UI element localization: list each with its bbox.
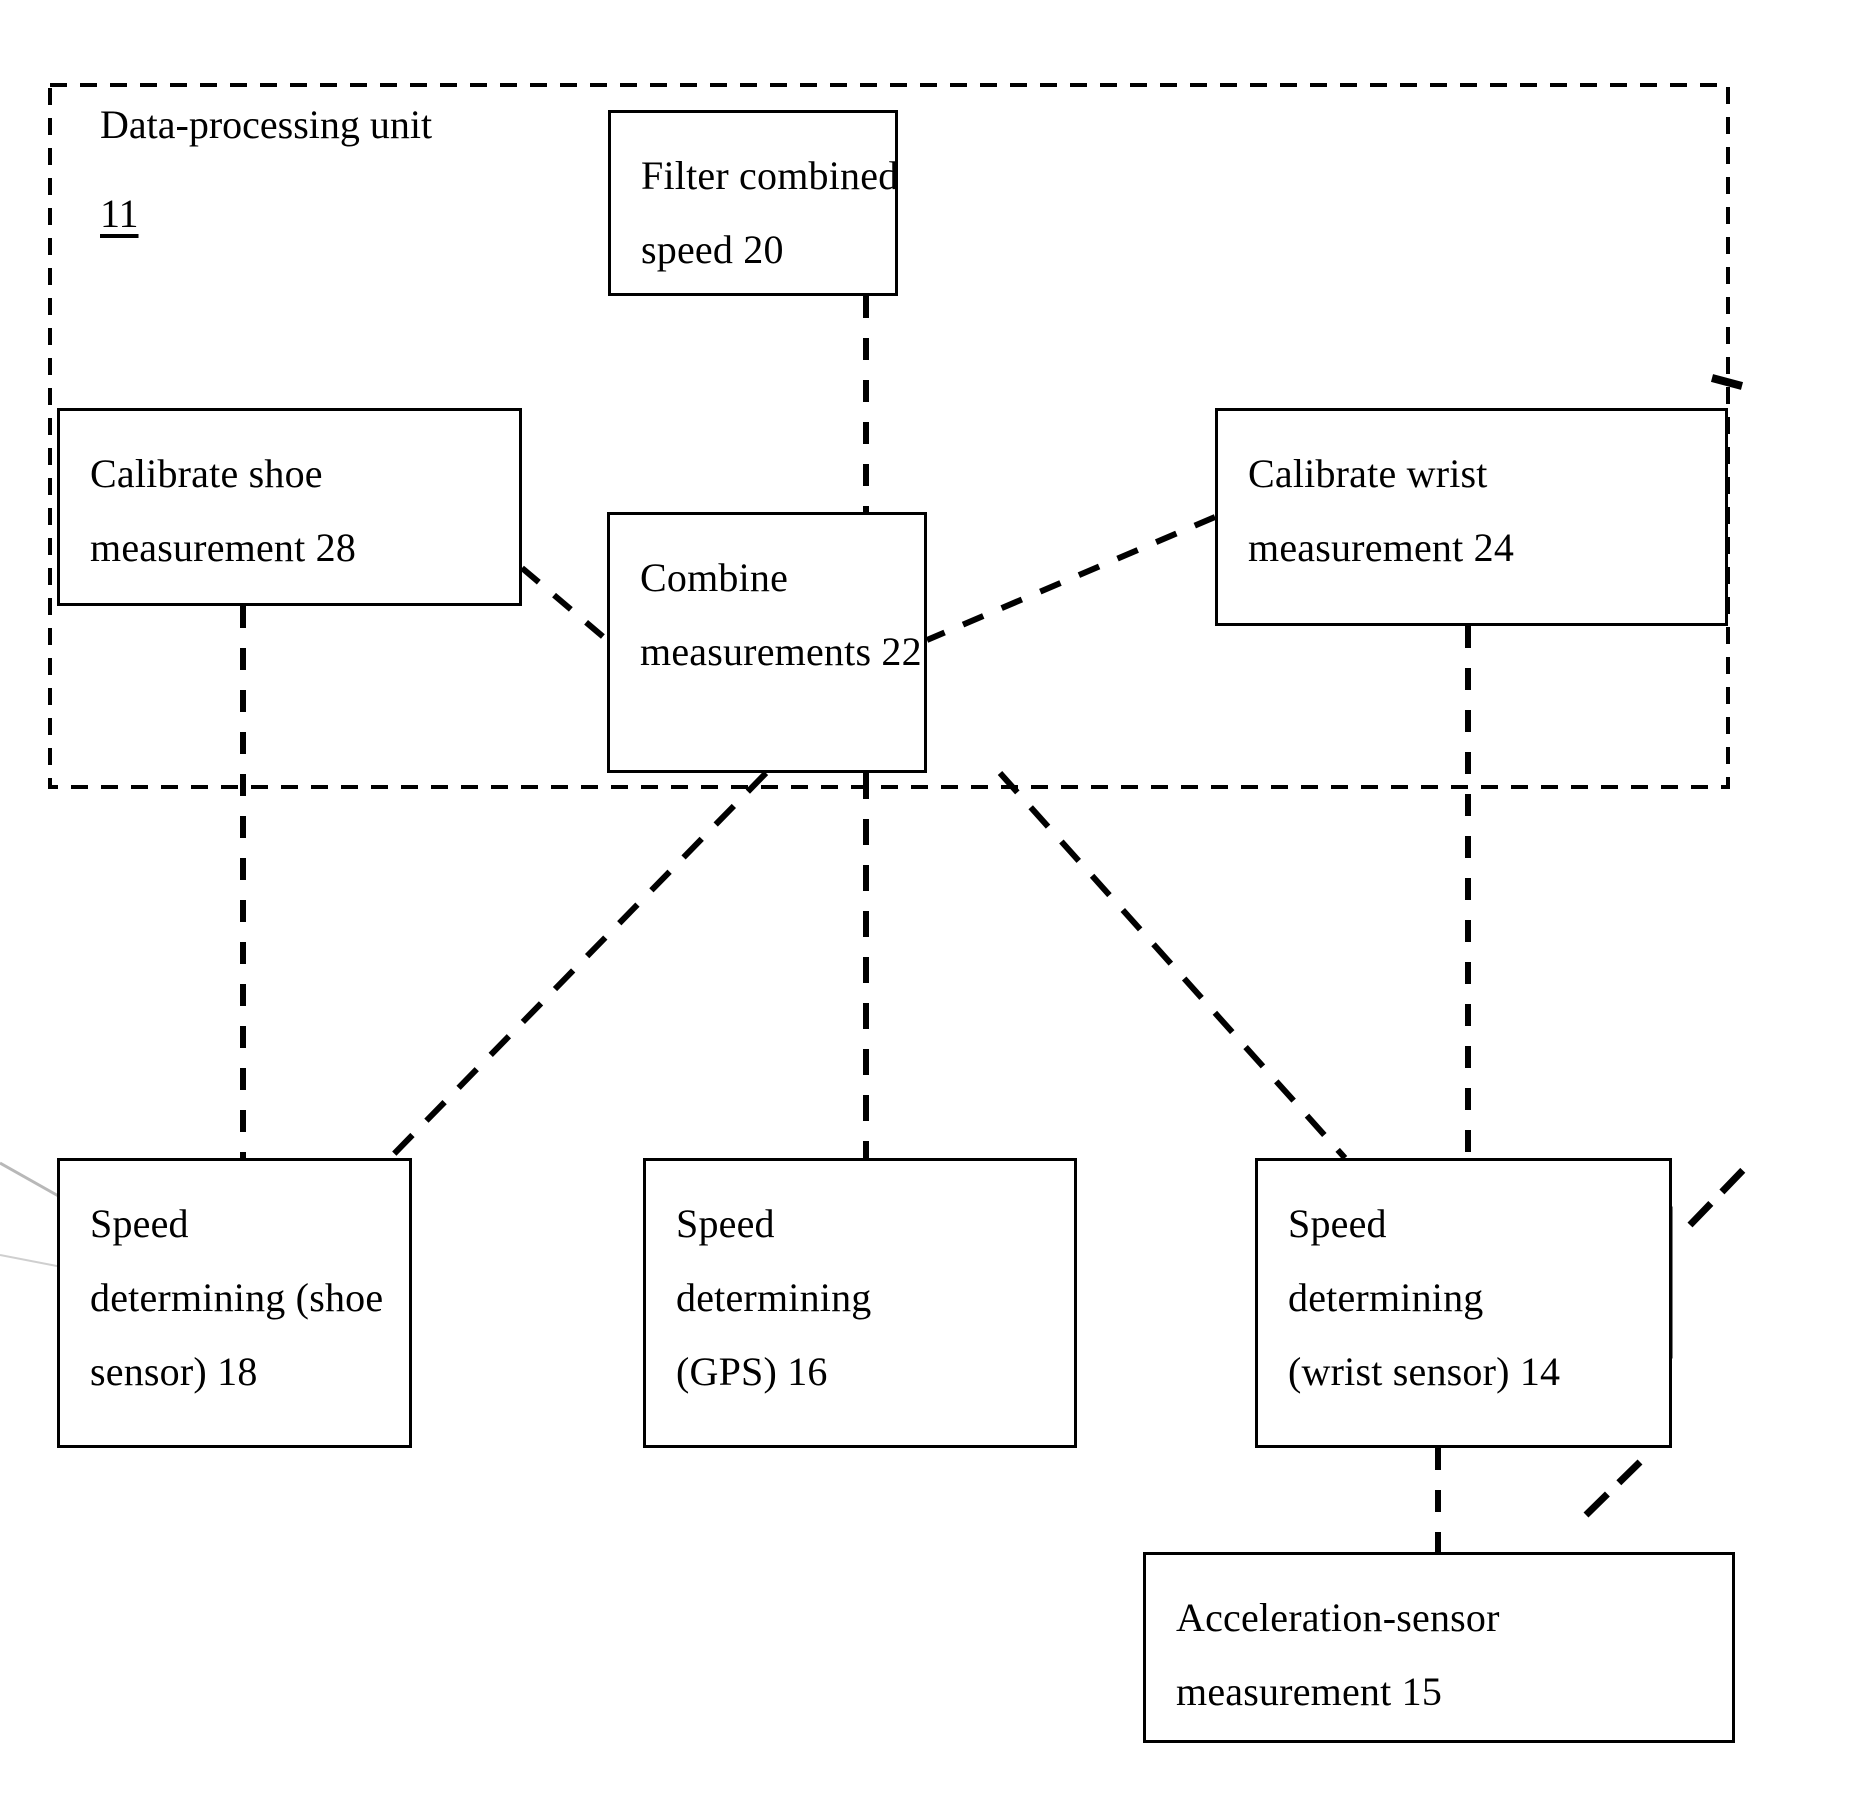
node-line: sensor) 18 <box>90 1349 258 1394</box>
scan-artifact-tick-right <box>1710 374 1744 390</box>
node-line: Filter combined <box>641 153 899 198</box>
node-line: (GPS) 16 <box>676 1349 828 1394</box>
node-line: measurements 22 <box>640 629 922 674</box>
node-line: measurement 24 <box>1248 525 1515 570</box>
connector-layer <box>0 83 1748 1552</box>
node-line: (wrist sensor) 14 <box>1288 1349 1561 1394</box>
connector-combine-to-speed-wrist <box>997 770 1348 1161</box>
node-line: Acceleration-sensor <box>1176 1595 1500 1640</box>
connector-combine-to-speed-shoe <box>387 770 769 1161</box>
node-line: Speed <box>90 1201 189 1246</box>
node-speed-determining-wrist-sensor[interactable]: Speed determining (wrist sensor) 14 <box>1255 1158 1672 1448</box>
data-processing-unit-reference: 11 <box>100 191 139 236</box>
node-line: determining <box>676 1275 872 1320</box>
connector-calibrate-wrist-to-combine <box>925 514 1217 643</box>
node-line: Speed <box>676 1201 775 1246</box>
node-line: Calibrate shoe <box>90 451 323 496</box>
scan-artifact-left-edge <box>0 1161 63 1200</box>
node-speed-determining-shoe-sensor[interactable]: Speed determining (shoe sensor) 18 <box>57 1158 412 1448</box>
node-line: measurement 15 <box>1176 1669 1443 1714</box>
node-calibrate-wrist-measurement[interactable]: Calibrate wrist measurement 24 <box>1215 408 1728 626</box>
node-line: Calibrate wrist <box>1248 451 1488 496</box>
node-acceleration-sensor-measurement[interactable]: Acceleration-sensor measurement 15 <box>1143 1552 1735 1743</box>
node-line: measurement 28 <box>90 525 357 570</box>
node-calibrate-shoe-measurement[interactable]: Calibrate shoe measurement 28 <box>57 408 522 606</box>
node-filter-combined-speed[interactable]: Filter combined speed 20 <box>608 110 898 296</box>
node-line: determining (shoe <box>90 1275 384 1320</box>
node-line: speed 20 <box>641 227 784 272</box>
scan-artifact-diagonal-right <box>1687 1165 1748 1228</box>
data-processing-unit-label: Data-processing unit <box>100 102 433 147</box>
scan-artifact-diagonal-lower <box>1583 1459 1643 1518</box>
node-combine-measurements[interactable]: Combine measurements 22 <box>607 512 927 773</box>
node-speed-determining-gps[interactable]: Speed determining (GPS) 16 <box>643 1158 1077 1448</box>
node-line: Speed <box>1288 1201 1387 1246</box>
figure-canvas: Data-processing unit 11 Filter combined … <box>0 0 1862 1805</box>
node-line: Combine <box>640 555 789 600</box>
connector-calibrate-shoe-to-combine <box>520 565 609 643</box>
node-line: determining <box>1288 1275 1484 1320</box>
